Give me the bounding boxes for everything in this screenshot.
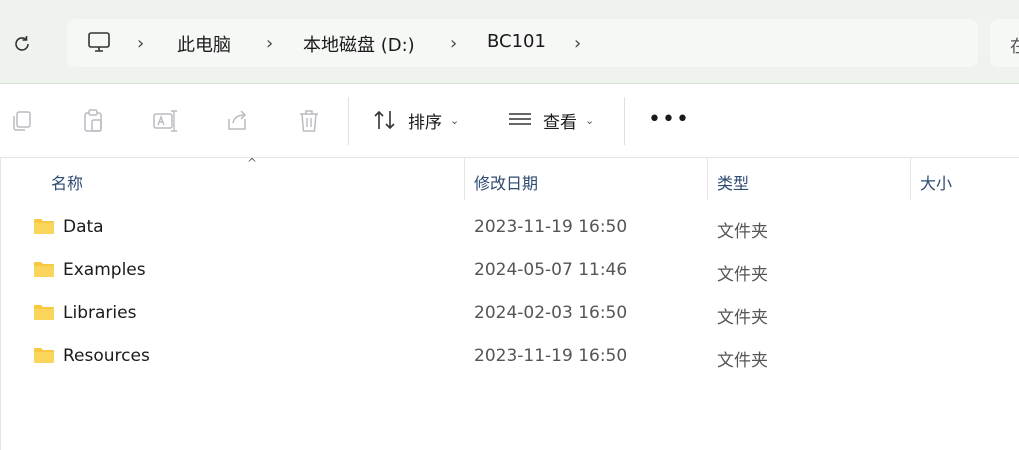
- column-header-date[interactable]: 修改日期: [465, 158, 707, 200]
- sort-label: 排序: [408, 112, 442, 133]
- file-name: Examples: [63, 260, 146, 280]
- toolbar-divider: [624, 97, 625, 145]
- view-label: 查看: [543, 112, 577, 133]
- view-button[interactable]: 查看 ⌄: [507, 103, 594, 137]
- search-input[interactable]: 在: [990, 19, 1019, 67]
- more-options-icon[interactable]: •••: [648, 107, 690, 132]
- chevron-right-icon[interactable]: ›: [266, 33, 273, 54]
- chevron-right-icon[interactable]: ›: [137, 33, 144, 54]
- copy-icon[interactable]: [8, 107, 36, 135]
- breadcrumb[interactable]: › 此电脑 › 本地磁盘 (D:) › BC101 ›: [67, 19, 978, 67]
- file-row-data[interactable]: Data 2023-11-19 16:50 文件夹: [21, 207, 1001, 247]
- chevron-down-icon: ⌄: [450, 113, 460, 127]
- refresh-button[interactable]: [8, 30, 36, 58]
- paste-icon[interactable]: [79, 107, 107, 135]
- file-type: 文件夹: [717, 265, 768, 285]
- search-placeholder: 在: [1010, 37, 1019, 57]
- toolbar-divider: [348, 97, 349, 145]
- file-date: 2023-11-19 16:50: [474, 346, 628, 366]
- file-date: 2024-02-03 16:50: [474, 303, 628, 323]
- folder-icon: [34, 305, 54, 320]
- rename-icon[interactable]: [151, 107, 179, 135]
- sort-icon: [374, 110, 395, 130]
- file-type: 文件夹: [717, 351, 768, 371]
- share-icon[interactable]: [223, 107, 251, 135]
- delete-icon[interactable]: [295, 107, 323, 135]
- file-row-examples[interactable]: Examples 2024-05-07 11:46 文件夹: [21, 250, 1001, 290]
- column-header-type[interactable]: 类型: [708, 158, 910, 200]
- file-date: 2024-05-07 11:46: [474, 260, 628, 280]
- folder-icon: [34, 262, 54, 277]
- breadcrumb-item-drive-d[interactable]: 本地磁盘 (D:): [303, 31, 415, 57]
- folder-icon: [34, 219, 54, 234]
- file-row-libraries[interactable]: Libraries 2024-02-03 16:50 文件夹: [21, 293, 1001, 333]
- file-type: 文件夹: [717, 308, 768, 328]
- file-name: Resources: [63, 346, 150, 366]
- file-list: ^ 名称 修改日期 类型 大小 Data 2023-11-19 16:50 文件…: [0, 156, 1019, 450]
- address-bar-region: › 此电脑 › 本地磁盘 (D:) › BC101 › 在: [0, 0, 1019, 84]
- column-header-size[interactable]: 大小: [911, 158, 1019, 200]
- refresh-icon: [15, 36, 29, 51]
- chevron-right-icon[interactable]: ›: [450, 33, 457, 54]
- file-date: 2023-11-19 16:50: [474, 217, 628, 237]
- file-name: Data: [63, 217, 104, 237]
- view-list-icon: [509, 113, 531, 125]
- folder-icon: [34, 348, 54, 363]
- chevron-right-icon[interactable]: ›: [574, 33, 581, 54]
- sort-button[interactable]: 排序 ⌄: [372, 103, 459, 137]
- breadcrumb-item-bc101[interactable]: BC101: [487, 31, 546, 52]
- chevron-down-icon: ⌄: [585, 113, 595, 127]
- file-type: 文件夹: [717, 222, 768, 242]
- computer-icon[interactable]: [87, 31, 111, 53]
- column-header-name[interactable]: 名称: [1, 158, 464, 200]
- file-row-resources[interactable]: Resources 2023-11-19 16:50 文件夹: [21, 336, 1001, 376]
- command-toolbar: 排序 ⌄ 查看 ⌄ •••: [0, 85, 1019, 157]
- file-name: Libraries: [63, 303, 137, 323]
- breadcrumb-item-this-pc[interactable]: 此电脑: [177, 31, 231, 57]
